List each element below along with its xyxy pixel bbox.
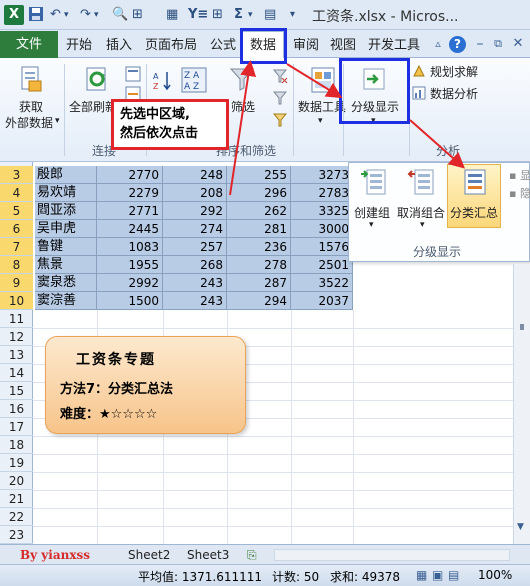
page-break-view-icon[interactable]: ▤ — [448, 568, 459, 582]
sheet-tab-2[interactable]: Sheet2 — [128, 547, 170, 563]
sheet-tab-bar: By yianxss Sheet2 Sheet3 ⎘ — [0, 544, 530, 564]
insert-sheet-icon[interactable]: ⎘ — [247, 547, 257, 563]
status-average: 平均值: 1371.611111 — [138, 570, 263, 584]
arrow-to-data-tab — [229, 60, 257, 196]
normal-view-icon[interactable]: ▦ — [416, 568, 427, 582]
horizontal-scrollbar[interactable] — [274, 549, 510, 561]
arrow-to-outline — [286, 63, 343, 99]
page-layout-view-icon[interactable]: ▣ — [432, 568, 443, 582]
zoom-level[interactable]: 100% — [478, 568, 512, 582]
annotation-arrows — [229, 60, 465, 196]
status-sum: 求和: 49378 — [330, 570, 401, 584]
status-count: 计数: 50 — [272, 570, 320, 584]
sheet-tab-3[interactable]: Sheet3 — [187, 547, 229, 563]
status-bar: 平均值: 1371.611111 计数: 50 求和: 49378 ▦ ▣ ▤ … — [0, 564, 530, 586]
arrow-to-subtotal — [409, 119, 465, 169]
watermark-text: By yianxss — [20, 548, 90, 562]
